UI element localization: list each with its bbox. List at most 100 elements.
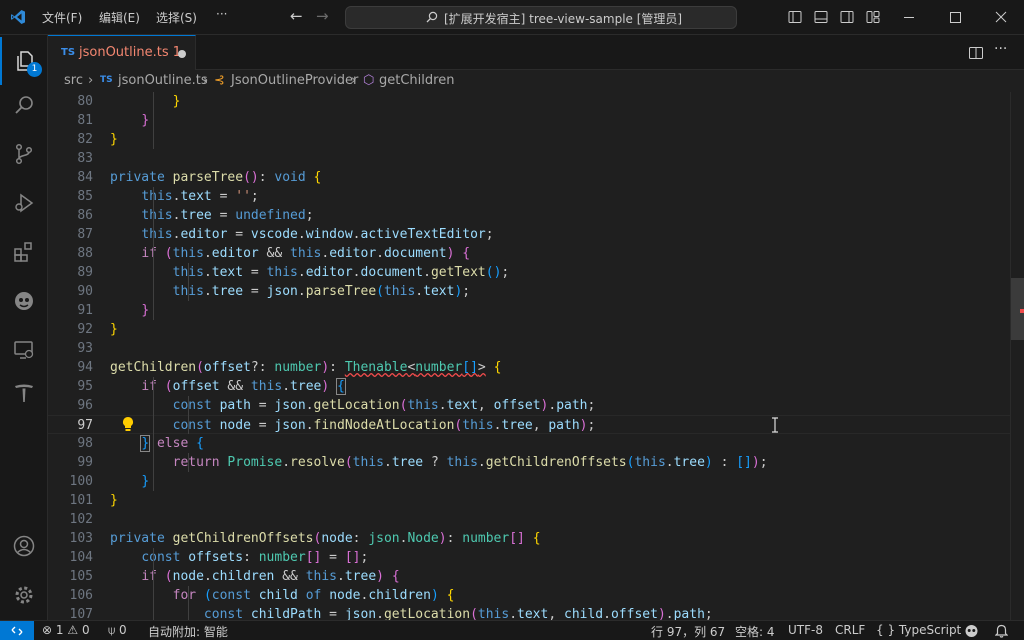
code-line[interactable]: 99 return Promise.resolve(this.tree ? th… <box>48 453 1010 472</box>
eol-status[interactable]: CRLF <box>835 623 865 637</box>
close-icon[interactable] <box>978 0 1024 35</box>
typescript-file-icon: TS <box>100 75 113 85</box>
code-line[interactable]: 103 private getChildrenOffsets(node: json… <box>48 529 1010 548</box>
code-line[interactable]: 85 this.text = ''; <box>48 187 1010 206</box>
code-line[interactable]: 83 <box>48 149 1010 168</box>
maximize-icon[interactable] <box>932 0 978 35</box>
error-icon: ⊗ <box>42 623 53 637</box>
lightbulb-icon[interactable] <box>121 416 135 432</box>
code-line[interactable]: 100 } <box>48 472 1010 491</box>
code-line[interactable]: 107 const childPath = json.getLocation(t… <box>48 605 1010 620</box>
vscode-logo-icon <box>11 10 25 24</box>
code-text: this.text = this.editor.document.getText… <box>173 265 510 280</box>
code-line[interactable]: 96 const path = json.getLocation(this.te… <box>48 396 1010 415</box>
code-line[interactable]: 87 this.editor = vscode.window.activeTex… <box>48 225 1010 244</box>
code-line[interactable]: 105 if (node.children && this.tree) { <box>48 567 1010 586</box>
extensions-button[interactable] <box>0 228 48 276</box>
code-editor[interactable]: 80 } 81 } 82} 83 84 private parseTree(): void… <box>48 92 1024 620</box>
menu-edit[interactable]: 编辑(E) <box>99 9 140 26</box>
indentation-status[interactable]: 空格: 4 <box>735 623 775 640</box>
manage-button[interactable] <box>0 571 48 619</box>
menu-more[interactable]: ··· <box>216 7 227 21</box>
code-line[interactable]: 97 const node = json.findNodeAtLocation(… <box>48 415 1010 434</box>
code-line[interactable]: 82} <box>48 130 1010 149</box>
line-number: 85 <box>77 189 93 204</box>
code-line[interactable]: 89 this.text = this.editor.document.getT… <box>48 263 1010 282</box>
line-number: 97 <box>77 418 93 433</box>
vertical-scrollbar[interactable] <box>1010 92 1024 620</box>
breadcrumb-file[interactable]: jsonOutline.ts <box>118 73 208 88</box>
line-number: 91 <box>77 303 93 318</box>
toggle-panel-icon[interactable] <box>814 10 828 24</box>
copilot-icon[interactable] <box>964 624 979 638</box>
language-mode[interactable]: { } TypeScript <box>876 623 961 637</box>
code-line[interactable]: 81 } <box>48 111 1010 130</box>
code-text: } <box>110 322 118 337</box>
remote-window-button[interactable] <box>0 326 48 374</box>
line-number: 93 <box>77 341 93 356</box>
code-line[interactable]: 88 if (this.editor && this.editor.docume… <box>48 244 1010 263</box>
code-line[interactable]: 102 <box>48 510 1010 529</box>
remote-indicator[interactable] <box>0 621 34 640</box>
back-arrow-icon[interactable]: ← <box>290 7 303 25</box>
code-line[interactable]: 80 } <box>48 92 1010 111</box>
menu-file[interactable]: 文件(F) <box>42 9 82 26</box>
line-number: 80 <box>77 94 93 109</box>
code-line[interactable]: 94 getChildren(offset?: number): Thenable… <box>48 358 1010 377</box>
run-debug-button[interactable] <box>0 179 48 227</box>
title-bar: 文件(F) 编辑(E) 选择(S) ··· ← → [扩展开发宿主] tree-… <box>0 0 1024 35</box>
code-line[interactable]: 101} <box>48 491 1010 510</box>
line-number: 104 <box>69 550 93 565</box>
encoding-status[interactable]: UTF-8 <box>788 623 823 637</box>
tab-jsonoutline[interactable]: TS jsonOutline.ts 1 <box>48 35 196 70</box>
typescript-file-icon: TS <box>61 47 76 58</box>
notifications-bell-icon[interactable] <box>995 624 1008 638</box>
code-line[interactable]: 106 for (const child of node.children) { <box>48 586 1010 605</box>
code-line[interactable]: 98 } else { <box>48 434 1010 453</box>
forward-arrow-icon[interactable]: → <box>316 7 329 25</box>
class-icon: ⊰ <box>214 73 225 88</box>
run-debug-icon <box>15 193 34 213</box>
line-number: 105 <box>69 569 93 584</box>
code-line[interactable]: 91 } <box>48 301 1010 320</box>
remote-explorer-button[interactable] <box>0 277 48 325</box>
code-line[interactable]: 84 private parseTree(): void { <box>48 168 1010 187</box>
breadcrumb: src › TS jsonOutline.ts › ⊰ JsonOutlineP… <box>48 70 1024 92</box>
code-line[interactable]: 86 this.tree = undefined; <box>48 206 1010 225</box>
cursor-position[interactable]: 行 97，列 67 <box>651 623 725 640</box>
explorer-button[interactable]: 1 <box>0 37 48 85</box>
line-number: 106 <box>69 588 93 603</box>
status-bar: ⊗ 1 ⚠ 0 ⍦ 0 自动附加: 智能 行 97，列 67 空格: 4 UTF… <box>0 620 1024 640</box>
breadcrumb-method[interactable]: getChildren <box>379 73 454 88</box>
customize-layout-icon[interactable] <box>866 10 880 24</box>
minimize-icon[interactable] <box>886 0 932 35</box>
code-line[interactable]: 93 <box>48 339 1010 358</box>
code-line[interactable]: 104 const offsets: number[] = []; <box>48 548 1010 567</box>
code-line[interactable]: 92} <box>48 320 1010 339</box>
code-line[interactable]: 95 if (offset && this.tree) { <box>48 377 1010 396</box>
chevron-right-icon: › <box>203 73 209 88</box>
menu-selection[interactable]: 选择(S) <box>156 9 197 26</box>
split-editor-icon[interactable] <box>968 45 984 61</box>
more-actions-icon[interactable]: ··· <box>994 41 1010 57</box>
toggle-secondary-sidebar-icon[interactable] <box>840 10 854 24</box>
unsaved-dot-icon[interactable] <box>178 50 186 58</box>
code-text: } <box>141 113 150 128</box>
search-view-button[interactable] <box>0 81 48 129</box>
toggle-primary-sidebar-icon[interactable] <box>788 10 802 24</box>
tesla-extension-button[interactable] <box>0 369 48 417</box>
breadcrumb-class[interactable]: JsonOutlineProvider <box>231 73 358 88</box>
accounts-button[interactable] <box>0 522 48 570</box>
warning-icon: ⚠ <box>67 623 79 637</box>
breadcrumb-src[interactable]: src <box>64 73 83 88</box>
source-control-button[interactable] <box>0 130 48 178</box>
auto-attach-status[interactable]: 自动附加: 智能 <box>148 623 228 640</box>
line-number: 102 <box>69 512 93 527</box>
code-text: const path = json.getLocation(this.text,… <box>172 398 596 413</box>
ports-indicator[interactable]: ⍦ 0 <box>108 623 127 638</box>
line-number: 92 <box>77 322 93 337</box>
command-center-search[interactable]: [扩展开发宿主] tree-view-sample [管理员] <box>345 6 737 29</box>
problems-indicator[interactable]: ⊗ 1 ⚠ 0 <box>42 623 90 637</box>
line-number: 84 <box>77 170 93 185</box>
code-line[interactable]: 90 this.tree = json.parseTree(this.text)… <box>48 282 1010 301</box>
